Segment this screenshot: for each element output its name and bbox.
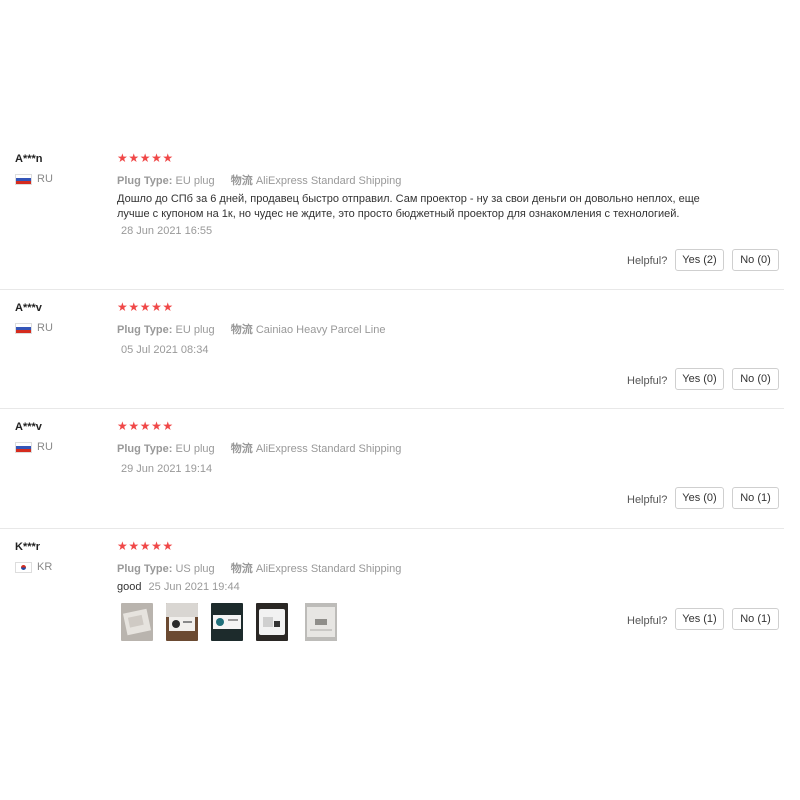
russia-flag-icon <box>15 322 32 334</box>
review-item: K***r KR ★★★★★ Plug Type: US plug 物流 Ali… <box>0 539 800 651</box>
russia-flag-icon <box>15 441 32 453</box>
helpful-yes-button[interactable]: Yes (2) <box>675 249 724 271</box>
review-photo-thumbnail[interactable] <box>211 603 243 641</box>
review-item: A***v RU ★★★★★ Plug Type: EU plug 物流 Ali… <box>0 419 800 521</box>
review-item: A***v RU ★★★★★ Plug Type: EU plug 物流 Cai… <box>0 300 800 402</box>
review-divider <box>0 408 784 409</box>
review-photo-thumbnail[interactable] <box>301 603 341 641</box>
review-content: 05 Jul 2021 08:34 <box>117 341 717 358</box>
shipping-label: 物流 <box>230 175 253 187</box>
review-content: good 25 Jun 2021 19:44 <box>117 580 717 595</box>
review-divider <box>0 289 784 290</box>
russia-flag-icon <box>15 173 32 185</box>
helpful-label: Helpful? <box>627 615 668 627</box>
shipping-value: AliExpress Standard Shipping <box>255 443 402 455</box>
reviewer-country: KR <box>15 561 52 573</box>
review-item: A***n RU ★★★★★ Plug Type: EU plug 物流 Ali… <box>0 151 800 273</box>
helpful-label: Helpful? <box>627 494 668 506</box>
country-code: RU <box>37 441 53 453</box>
reviewer-name: A***v <box>15 302 42 314</box>
plug-type-label: Plug Type: <box>117 175 173 187</box>
korea-flag-icon <box>15 561 32 573</box>
plug-type-label: Plug Type: <box>117 443 173 455</box>
review-meta: Plug Type: EU plug 物流 AliExpress Standar… <box>117 440 401 456</box>
review-text: Дошло до СПб за 6 дней, продавец быстро … <box>117 193 700 220</box>
shipping-value: AliExpress Standard Shipping <box>255 175 402 187</box>
helpful-label: Helpful? <box>627 375 668 387</box>
plug-type-value: US plug <box>175 563 215 575</box>
review-photos <box>121 603 341 641</box>
helpful-yes-button[interactable]: Yes (0) <box>675 368 724 390</box>
helpful-yes-button[interactable]: Yes (0) <box>675 487 724 509</box>
shipping-value: Cainiao Heavy Parcel Line <box>255 324 386 336</box>
helpful-no-button[interactable]: No (1) <box>732 608 779 630</box>
reviewer-name: A***v <box>15 421 42 433</box>
review-meta: Plug Type: US plug 物流 AliExpress Standar… <box>117 560 401 576</box>
reviewer-name: K***r <box>15 541 41 553</box>
helpful-yes-button[interactable]: Yes (1) <box>675 608 724 630</box>
helpful-no-button[interactable]: No (1) <box>732 487 779 509</box>
review-divider <box>0 528 784 529</box>
plug-type-value: EU plug <box>175 443 215 455</box>
star-rating: ★★★★★ <box>117 151 174 165</box>
review-meta: Plug Type: EU plug 物流 Cainiao Heavy Parc… <box>117 321 385 337</box>
review-date: 28 Jun 2021 16:55 <box>121 225 213 237</box>
reviewer-name: A***n <box>15 153 43 165</box>
review-photo-thumbnail[interactable] <box>256 603 288 641</box>
country-code: RU <box>37 173 53 185</box>
review-meta: Plug Type: EU plug 物流 AliExpress Standar… <box>117 172 401 188</box>
reviewer-country: RU <box>15 441 53 453</box>
review-date: 25 Jun 2021 19:44 <box>148 581 240 593</box>
star-rating: ★★★★★ <box>117 300 174 314</box>
shipping-value: AliExpress Standard Shipping <box>255 563 402 575</box>
review-photo-thumbnail[interactable] <box>166 603 198 641</box>
review-text: good <box>117 581 142 593</box>
country-code: RU <box>37 322 53 334</box>
country-code: KR <box>37 561 53 573</box>
star-rating: ★★★★★ <box>117 539 174 553</box>
shipping-label: 物流 <box>230 443 253 455</box>
plug-type-value: EU plug <box>175 175 215 187</box>
review-content: 29 Jun 2021 19:14 <box>117 460 717 477</box>
review-photo-thumbnail[interactable] <box>121 603 153 641</box>
plug-type-label: Plug Type: <box>117 324 173 336</box>
shipping-label: 物流 <box>230 563 253 575</box>
plug-type-label: Plug Type: <box>117 563 173 575</box>
plug-type-value: EU plug <box>175 324 215 336</box>
helpful-no-button[interactable]: No (0) <box>732 368 779 390</box>
review-content: Дошло до СПб за 6 дней, продавец быстро … <box>117 192 717 239</box>
helpful-label: Helpful? <box>627 255 668 267</box>
star-rating: ★★★★★ <box>117 419 174 433</box>
shipping-label: 物流 <box>230 324 253 336</box>
reviewer-country: RU <box>15 173 53 185</box>
review-date: 05 Jul 2021 08:34 <box>121 344 209 356</box>
reviewer-country: RU <box>15 322 53 334</box>
helpful-no-button[interactable]: No (0) <box>732 249 779 271</box>
review-date: 29 Jun 2021 19:14 <box>121 463 213 475</box>
